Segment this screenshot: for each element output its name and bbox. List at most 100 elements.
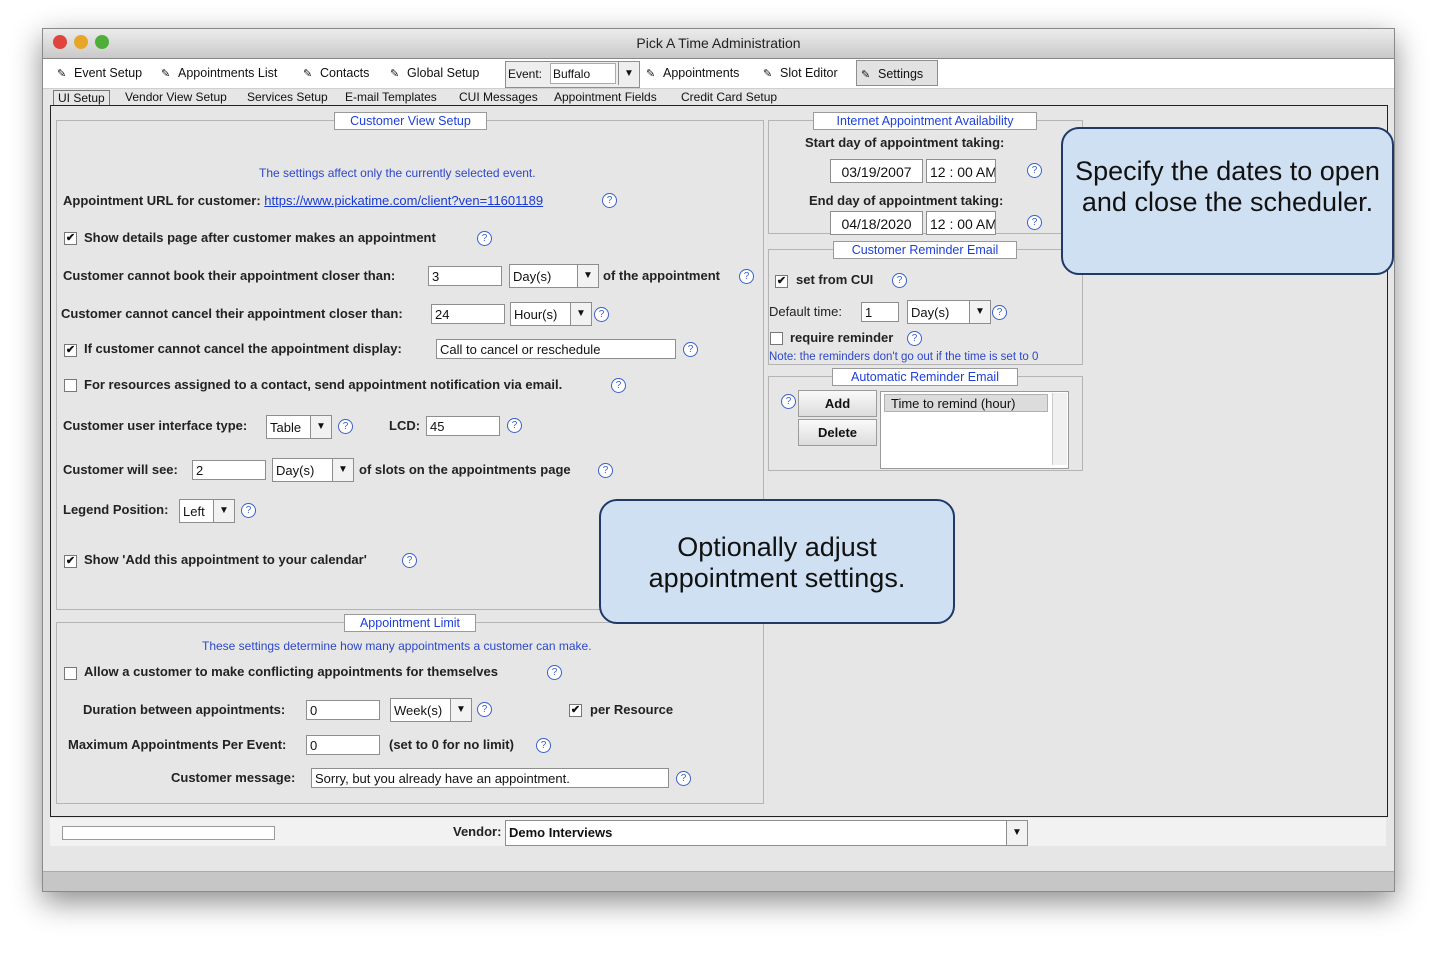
max-appointments-hint: (set to 0 for no limit) xyxy=(389,737,514,752)
event-setup-label: Event Setup xyxy=(74,66,143,80)
legend-position-select[interactable]: Left ▼ xyxy=(179,499,235,523)
set-from-cui-checkbox[interactable]: ✔ xyxy=(775,275,788,288)
legend-position-help-icon[interactable]: ? xyxy=(241,503,256,518)
require-reminder-checkbox[interactable] xyxy=(770,332,783,345)
ui-type-value: Table xyxy=(270,420,302,435)
conflicting-appointments-checkbox[interactable] xyxy=(64,667,77,680)
require-reminder-help-icon[interactable]: ? xyxy=(907,331,922,346)
will-see-input[interactable]: 2 xyxy=(192,460,266,480)
event-value: Buffalo xyxy=(550,63,616,84)
appointment-limit-panel: Appointment Limit These settings determi… xyxy=(56,614,764,804)
tab-cui-messages[interactable]: CUI Messages xyxy=(459,90,538,105)
default-time-unit-select[interactable]: Day(s) ▼ xyxy=(907,300,991,324)
book-closer-input[interactable]: 3 xyxy=(428,266,502,286)
appointment-url-link[interactable]: https://www.pickatime.com/client?ven=116… xyxy=(264,193,543,208)
automatic-reminder-legend: Automatic Reminder Email xyxy=(832,368,1018,386)
event-setup-button[interactable]: ✎ Event Setup xyxy=(57,63,142,83)
appointments-icon: ✎ xyxy=(646,68,656,80)
start-date-input[interactable]: 03/19/2007 xyxy=(830,159,923,183)
start-day-help-icon[interactable]: ? xyxy=(1027,163,1042,178)
add-calendar-checkbox[interactable]: ✔ xyxy=(64,555,77,568)
max-appointments-input[interactable]: 0 xyxy=(306,735,380,755)
book-closer-label: Customer cannot book their appointment c… xyxy=(63,268,396,283)
add-reminder-button[interactable]: Add xyxy=(798,390,877,417)
customer-reminder-legend: Customer Reminder Email xyxy=(833,241,1017,259)
default-time-help-icon[interactable]: ? xyxy=(992,305,1007,320)
cancel-closer-help-icon[interactable]: ? xyxy=(594,307,609,322)
start-time-input[interactable]: 12 : 00 AM xyxy=(926,159,996,183)
show-details-checkbox[interactable]: ✔ xyxy=(64,232,77,245)
legend-position-value: Left xyxy=(183,504,205,519)
cancel-display-checkbox[interactable]: ✔ xyxy=(64,344,77,357)
automatic-reminder-help-icon[interactable]: ? xyxy=(781,394,796,409)
book-closer-unit-select[interactable]: Day(s) ▼ xyxy=(509,264,599,288)
duration-unit-select[interactable]: Week(s) ▼ xyxy=(390,698,472,722)
global-setup-button[interactable]: ✎ Global Setup xyxy=(390,63,479,83)
cancel-closer-unit-select[interactable]: Hour(s) ▼ xyxy=(510,302,592,326)
duration-unit-value: Week(s) xyxy=(394,703,443,718)
appointments-list-button[interactable]: ✎ Appointments List xyxy=(161,63,277,83)
slot-editor-label: Slot Editor xyxy=(780,66,838,80)
vendor-select[interactable]: Demo Interviews ▼ xyxy=(505,820,1028,846)
tab-services-setup[interactable]: Services Setup xyxy=(247,90,328,105)
url-help-icon[interactable]: ? xyxy=(602,193,617,208)
lcd-input[interactable]: 45 xyxy=(426,416,500,436)
will-see-help-icon[interactable]: ? xyxy=(598,463,613,478)
legend-position-label: Legend Position: xyxy=(63,502,169,517)
duration-help-icon[interactable]: ? xyxy=(477,702,492,717)
contacts-button[interactable]: ✎ Contacts xyxy=(303,63,369,83)
tab-email-templates[interactable]: E-mail Templates xyxy=(345,90,437,105)
customer-message-help-icon[interactable]: ? xyxy=(676,771,691,786)
default-time-input[interactable]: 1 xyxy=(861,302,899,322)
will-see-unit-select[interactable]: Day(s) ▼ xyxy=(272,458,354,482)
book-unit-arrow-icon: ▼ xyxy=(577,265,598,287)
book-closer-help-icon[interactable]: ? xyxy=(739,269,754,284)
add-calendar-help-icon[interactable]: ? xyxy=(402,553,417,568)
settings-label: Settings xyxy=(878,67,924,81)
vendor-value: Demo Interviews xyxy=(509,825,613,840)
reminder-table-scrollbar[interactable] xyxy=(1052,393,1067,465)
resources-email-help-icon[interactable]: ? xyxy=(611,378,626,393)
cancel-display-help-icon[interactable]: ? xyxy=(683,342,698,357)
end-time-input[interactable]: 12 : 00 AM xyxy=(926,211,996,235)
conflicting-help-icon[interactable]: ? xyxy=(547,665,562,680)
settings-button[interactable]: ✎ Settings xyxy=(856,60,938,86)
appointments-button[interactable]: ✎ Appointments xyxy=(646,63,739,83)
tab-ui-setup[interactable]: UI Setup xyxy=(53,90,110,106)
ui-type-help-icon[interactable]: ? xyxy=(338,419,353,434)
event-dropdown-arrow-icon[interactable]: ▼ xyxy=(618,62,639,85)
per-resource-checkbox[interactable]: ✔ xyxy=(569,704,582,717)
will-see-unit-arrow-icon: ▼ xyxy=(332,459,353,481)
cancel-closer-input[interactable]: 24 xyxy=(431,304,505,324)
availability-legend: Internet Appointment Availability xyxy=(813,112,1037,130)
customer-message-input[interactable]: Sorry, but you already have an appointme… xyxy=(311,768,669,788)
slot-editor-button[interactable]: ✎ Slot Editor xyxy=(763,63,838,83)
window-title: Pick A Time Administration xyxy=(636,35,801,51)
set-from-cui-help-icon[interactable]: ? xyxy=(892,273,907,288)
conflicting-appointments-label: Allow a customer to make conflicting app… xyxy=(84,664,498,679)
reminder-table-header[interactable]: Time to remind (hour) xyxy=(884,394,1048,412)
appointment-url-row: Appointment URL for customer: https://ww… xyxy=(63,193,543,208)
delete-reminder-button[interactable]: Delete xyxy=(798,419,877,446)
duration-unit-arrow-icon: ▼ xyxy=(450,699,471,721)
end-day-help-icon[interactable]: ? xyxy=(1027,215,1042,230)
resources-email-label: For resources assigned to a contact, sen… xyxy=(84,377,563,392)
show-details-help-icon[interactable]: ? xyxy=(477,231,492,246)
ui-type-select[interactable]: Table ▼ xyxy=(266,415,332,439)
tab-vendor-view-setup[interactable]: Vendor View Setup xyxy=(125,90,227,105)
cancel-display-input[interactable]: Call to cancel or reschedule xyxy=(436,339,676,359)
reminder-table[interactable]: Time to remind (hour) xyxy=(880,391,1069,469)
end-date-input[interactable]: 04/18/2020 xyxy=(830,211,923,235)
ui-type-arrow-icon: ▼ xyxy=(310,416,331,438)
resources-email-checkbox[interactable] xyxy=(64,379,77,392)
default-time-unit-arrow-icon: ▼ xyxy=(969,301,990,323)
lcd-help-icon[interactable]: ? xyxy=(507,418,522,433)
tab-appointment-fields[interactable]: Appointment Fields xyxy=(554,90,657,105)
appointment-limit-note: These settings determine how many appoin… xyxy=(202,639,592,653)
duration-between-input[interactable]: 0 xyxy=(306,700,380,720)
max-appointments-help-icon[interactable]: ? xyxy=(536,738,551,753)
event-selector[interactable]: Event: Buffalo ▼ xyxy=(505,61,640,88)
ui-type-label: Customer user interface type: xyxy=(63,418,248,433)
dates-callout: Specify the dates to open and close the … xyxy=(1061,127,1394,275)
tab-credit-card-setup[interactable]: Credit Card Setup xyxy=(681,90,777,105)
